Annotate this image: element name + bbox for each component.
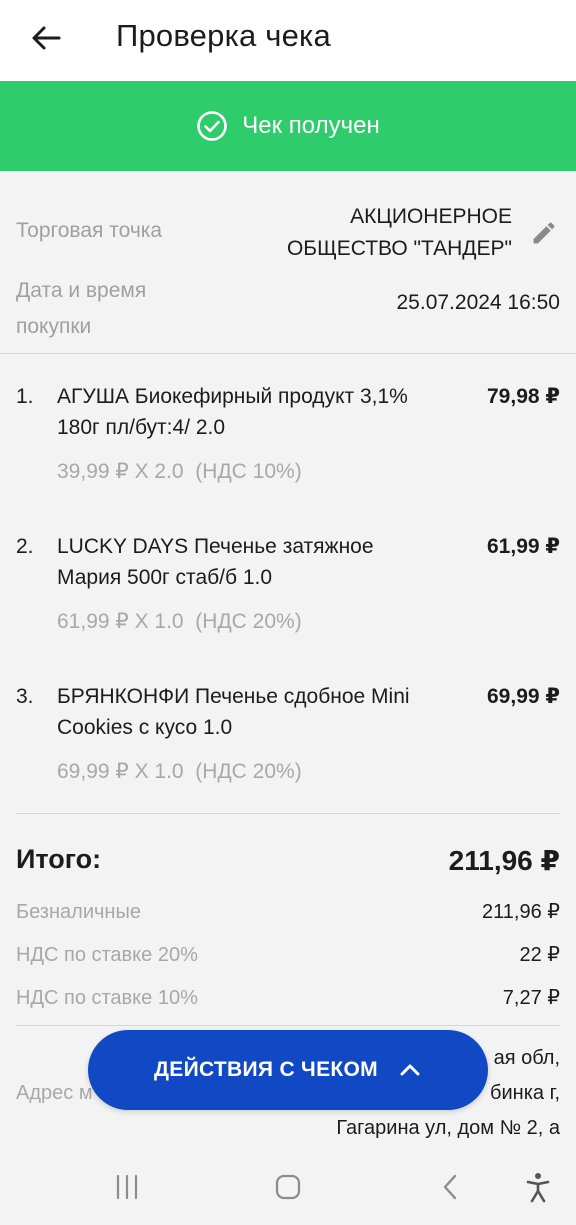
home-icon [275,1174,301,1200]
total-label: Итого: [16,844,102,874]
recents-button[interactable] [105,1167,149,1207]
accessibility-button[interactable] [516,1167,560,1207]
purchase-date-label-line1: Дата и время [16,279,147,302]
item-name: БРЯНКОНФИ Печенье сдобное Mini Cookies с… [57,685,410,739]
address-label: Адрес м [16,1082,93,1104]
check-circle-icon [197,111,228,141]
purchase-date-label-line2: покупки [16,315,92,338]
receipt-item: 2. LUCKY DAYS Печенье затяжное Мария 500… [0,531,576,641]
item-name: LUCKY DAYS Печенье затяжное Мария 500г с… [57,535,374,589]
purchase-date-label: Дата и время покупки [16,273,216,345]
store-label: Торговая точка [16,219,163,242]
receipt-item: 3. БРЯНКОНФИ Печенье сдобное Mini Cookie… [0,681,576,791]
vat10-value: 7,27 ₽ [502,987,560,1009]
app-bar: Проверка чека [0,0,576,81]
receipt-actions-button[interactable]: ДЕЙСТВИЯ С ЧЕКОМ [88,1030,488,1110]
receipt-content[interactable]: Торговая точка АКЦИОНЕРНОЕ ОБЩЕСТВО "ТАН… [0,171,576,1151]
back-button[interactable] [24,18,68,58]
address-line3: Гагарина ул, дом № 2, а [336,1117,560,1139]
store-value: АКЦИОНЕРНОЕ ОБЩЕСТВО "ТАНДЕР" [287,201,512,265]
divider [0,353,576,354]
store-row: Торговая точка АКЦИОНЕРНОЕ ОБЩЕСТВО "ТАН… [0,201,576,263]
vat20-row: НДС по ставке 20% 22 ₽ [0,937,576,973]
vat20-label: НДС по ставке 20% [16,944,198,966]
system-nav-bar [0,1151,576,1225]
vat10-label: НДС по ставке 10% [16,987,198,1009]
purchase-date-row: Дата и время покупки 25.07.2024 16:50 [0,273,576,345]
total-value: 211,96 ₽ [448,845,560,876]
item-price: 69,99 ₽ [487,685,560,708]
cashless-row: Безналичные 211,96 ₽ [0,894,576,930]
item-price: 61,99 ₽ [487,535,560,558]
nav-back-icon [443,1174,457,1200]
store-value-line2: ОБЩЕСТВО "ТАНДЕР" [286,237,512,260]
item-price: 79,98 ₽ [487,385,560,408]
vat10-row: НДС по ставке 10% 7,27 ₽ [0,980,576,1016]
status-banner-text: Чек получен [242,112,380,139]
pencil-icon[interactable] [530,219,558,247]
divider [16,1025,560,1026]
item-name: АГУША Биокефирный продукт 3,1% 180г пл/б… [57,385,408,439]
nav-back-button[interactable] [428,1167,472,1207]
status-banner: Чек получен [0,81,576,171]
cashless-value: 211,96 ₽ [482,901,560,923]
arrow-left-icon [32,26,61,50]
item-price-details: 69,99 ₽ X 1.0 (НДС 20%) [57,760,302,783]
chevron-up-icon [400,1064,420,1076]
item-price-details: 39,99 ₽ X 2.0 (НДС 10%) [57,460,302,483]
page-title: Проверка чека [116,18,331,53]
home-button[interactable] [266,1167,310,1207]
receipt-item: 1. АГУША Биокефирный продукт 3,1% 180г п… [0,381,576,491]
accessibility-icon [526,1173,550,1203]
divider [16,813,560,814]
total-row: Итого: 211,96 ₽ [0,844,576,884]
store-value-line1: АКЦИОНЕРНОЕ [350,205,512,228]
item-number: 3. [16,685,34,708]
purchase-date-value: 25.07.2024 16:50 [396,291,561,314]
cashless-label: Безналичные [16,901,141,923]
item-price-details: 61,99 ₽ X 1.0 (НДС 20%) [57,610,302,633]
vat20-value: 22 ₽ [519,944,560,966]
recents-icon [116,1174,138,1200]
item-number: 1. [16,385,34,408]
item-number: 2. [16,535,34,558]
receipt-actions-label: ДЕЙСТВИЯ С ЧЕКОМ [154,1058,378,1081]
